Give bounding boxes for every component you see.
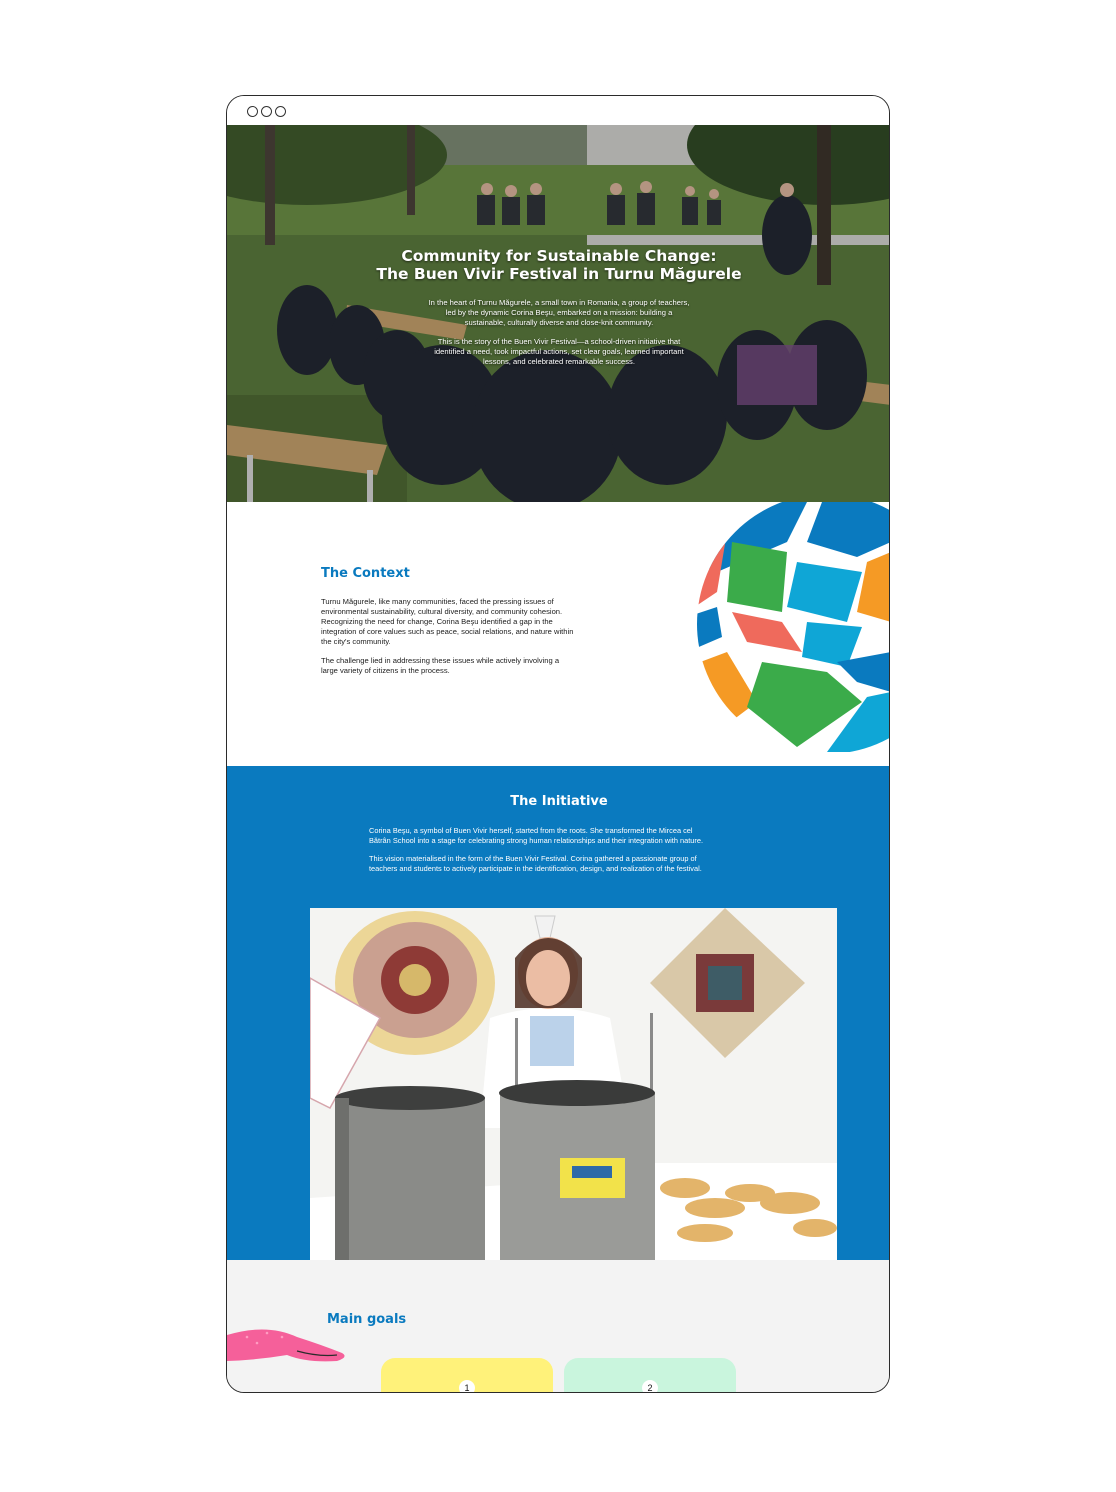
window-dot-2[interactable] bbox=[261, 106, 272, 117]
hero-title-line-2: The Buen Vivir Festival in Turnu Măgurel… bbox=[376, 265, 742, 283]
context-p2-line-2: large variety of citizens in the process… bbox=[321, 666, 450, 675]
main-goals-heading: Main goals bbox=[327, 1312, 407, 1327]
context-p1-line-3: Recognizing the need for change, Corina … bbox=[321, 617, 553, 626]
hero-intro-line-3: sustainable, culturally diverse and clos… bbox=[464, 318, 654, 327]
context-section: The Context Turnu Măgurele, like many co… bbox=[227, 502, 889, 766]
context-p1-line-2: environmental sustainability, cultural d… bbox=[321, 607, 563, 616]
hero-story-line-3: lessons, and celebrated remarkable succe… bbox=[483, 357, 635, 366]
context-p1-line-5: the city's community. bbox=[321, 637, 391, 646]
context-heading: The Context bbox=[321, 566, 410, 581]
goal-number-1: 1 bbox=[459, 1380, 475, 1392]
browser-window: Community for Sustainable Change: The Bu… bbox=[226, 95, 890, 1393]
festival-photo bbox=[310, 908, 837, 1260]
goal-card-1[interactable]: 1 bbox=[381, 1358, 553, 1392]
hero-section: Community for Sustainable Change: The Bu… bbox=[227, 125, 889, 502]
window-dot-3[interactable] bbox=[275, 106, 286, 117]
goal-card-2[interactable]: 2 bbox=[564, 1358, 736, 1392]
main-goals-section: Main goals 1 2 bbox=[227, 1260, 889, 1392]
initiative-p2-line-1: This vision materialised in the form of … bbox=[369, 854, 697, 863]
context-p1-line-4: integration of core values such as peace… bbox=[321, 627, 574, 636]
goal-number-2: 2 bbox=[642, 1380, 658, 1392]
hero-intro-line-2: led by the dynamic Corina Beşu, embarked… bbox=[445, 308, 673, 317]
hero-intro-line-1: In the heart of Turnu Măgurele, a small … bbox=[428, 298, 690, 307]
context-p1-line-1: Turnu Măgurele, like many communities, f… bbox=[321, 597, 554, 606]
hero-title-line-1: Community for Sustainable Change: bbox=[401, 247, 717, 265]
browser-chrome bbox=[227, 96, 889, 125]
window-dot-1[interactable] bbox=[247, 106, 258, 117]
initiative-section: The Initiative Corina Beşu, a symbol of … bbox=[227, 766, 889, 1260]
initiative-p1-line-1: Corina Beşu, a symbol of Buen Vivir hers… bbox=[369, 826, 693, 835]
hero-story-line-1: This is the story of the Buen Vivir Fest… bbox=[437, 337, 681, 346]
context-p2-line-1: The challenge lied in addressing these i… bbox=[321, 656, 560, 665]
hero-story-line-2: identified a need, took impactful action… bbox=[434, 347, 684, 356]
globe-graphic bbox=[697, 502, 889, 752]
initiative-heading: The Initiative bbox=[510, 794, 608, 809]
initiative-p2-line-2: teachers and students to actively partic… bbox=[369, 864, 702, 873]
initiative-p1-line-2: Bătrân School into a stage for celebrati… bbox=[369, 836, 704, 845]
